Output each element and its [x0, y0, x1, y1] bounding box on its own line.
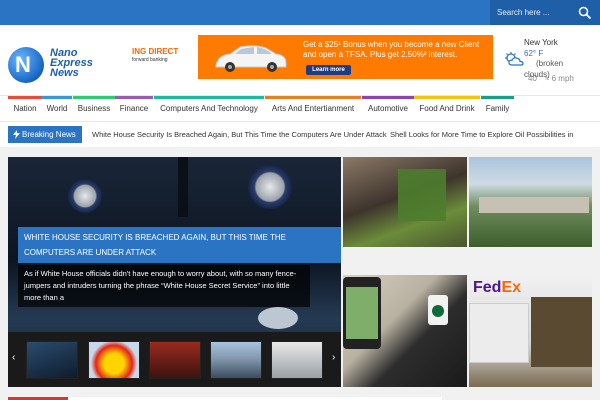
tile-shape	[398, 169, 446, 221]
slider-thumbnails: ‹ ›	[8, 332, 341, 387]
nav-label: Automotive	[367, 104, 409, 113]
nav-label: Computers And Technology	[160, 104, 258, 113]
truck-shape	[469, 303, 529, 363]
ad-learn-more-button[interactable]: Learn more	[306, 65, 351, 75]
nav-label: Nation	[13, 104, 37, 113]
nav-item-automotive[interactable]: Automotive	[362, 96, 414, 123]
nav-color-bar	[481, 96, 514, 99]
bolt-icon	[13, 130, 20, 139]
slider-thumbnail[interactable]	[271, 341, 323, 379]
nav-label: Food And Drink	[419, 104, 475, 113]
news-ticker[interactable]: White House Security Is Breached Again, …	[92, 126, 582, 143]
search-icon[interactable]	[578, 6, 592, 20]
slide-title[interactable]: White House Security Is Breached Again, …	[18, 227, 341, 263]
seal-emblem	[68, 179, 102, 213]
nav-label: World	[46, 104, 68, 113]
article-tile[interactable]	[343, 157, 467, 247]
nav-color-bar	[8, 96, 42, 99]
slider-thumbnail[interactable]	[149, 341, 201, 379]
ad-bank-tagline: forward banking	[132, 57, 168, 63]
weather-condition: (broken	[536, 59, 563, 68]
weather-wind-value: 6 mph	[551, 74, 574, 83]
seal-emblem	[248, 165, 292, 209]
nav-label: Arts And Entertianment	[271, 104, 355, 113]
nav-color-bar	[362, 96, 414, 99]
weather-condition-line2: clouds)	[524, 70, 550, 79]
logo-letter: N	[15, 52, 31, 77]
slide-excerpt: As if White House officials didn't have …	[18, 265, 310, 307]
nav-label: Business	[77, 104, 111, 113]
slider-next-button[interactable]: ›	[332, 352, 335, 363]
nav-item-nation[interactable]: Nation	[8, 96, 42, 123]
article-tile[interactable]	[469, 157, 592, 247]
ad-bank-name: ING DIRECT	[132, 47, 179, 56]
nav-label: Finance	[119, 104, 149, 113]
truck-shape	[531, 297, 592, 367]
dam-shape	[479, 197, 589, 213]
nav-item-food-and-drink[interactable]: Food And Drink	[414, 96, 480, 123]
breaking-news-bar: Breaking News White House Security Is Br…	[0, 122, 600, 147]
ticker-item[interactable]: White House Security Is Breached Again, …	[92, 130, 387, 139]
weather-temp: 62° F	[524, 49, 543, 58]
search-input[interactable]	[495, 4, 575, 21]
featured-slider[interactable]: White House Security Is Breached Again, …	[8, 157, 341, 387]
truck-logo-icon: FedEx	[473, 279, 522, 296]
nav-item-computers-and-technology[interactable]: Computers And Technology	[154, 96, 264, 123]
site-logo[interactable]: N Nano Express News	[8, 47, 98, 87]
weather-widget: New York 62° F (broken 40 ≈ 6 mph	[500, 35, 600, 90]
nav-item-finance[interactable]: Finance	[115, 96, 153, 123]
weather-condition-line1: (broken	[536, 59, 564, 68]
weather-city: New York	[524, 38, 558, 47]
logo-line: News	[50, 67, 79, 79]
slider-prev-button[interactable]: ‹	[12, 352, 15, 363]
nav-item-family[interactable]: Family	[481, 96, 514, 123]
slider-thumbnail[interactable]	[26, 341, 78, 379]
nav-label: Family	[485, 104, 510, 113]
article-tile[interactable]	[343, 275, 467, 387]
cup-logo-icon	[432, 305, 444, 317]
banner-ad[interactable]: ING DIRECT forward banking Get a $25¹ Bo…	[128, 35, 493, 79]
nav-color-bar	[265, 96, 361, 99]
nav-color-bar	[414, 96, 480, 99]
mouse-shape	[258, 307, 298, 329]
phone-screen	[346, 287, 378, 339]
nav-item-world[interactable]: World	[42, 96, 72, 123]
nav-item-arts-and-entertainment[interactable]: Arts And Entertianment	[265, 96, 361, 123]
breaking-news-text: Breaking News	[22, 130, 76, 139]
ad-text: Get a $25¹ Bonus when you become a new C…	[303, 40, 480, 59]
nav-color-bar	[42, 96, 72, 99]
nav-color-bar	[154, 96, 264, 99]
car-icon	[215, 45, 287, 72]
slider-thumbnail[interactable]	[88, 341, 140, 379]
nav-color-bar	[115, 96, 153, 99]
weather-temp-value: 62° F	[524, 49, 544, 58]
slider-thumbnail[interactable]	[210, 341, 262, 379]
ticker-item[interactable]: Shell Looks for More Time to Explore Oil…	[390, 126, 573, 143]
logo-text: Nano Express News	[50, 48, 93, 79]
monitor-divider	[178, 157, 188, 217]
main-nav: Nation World Business Finance Computers …	[0, 95, 600, 122]
article-tile[interactable]: FedEx	[469, 275, 592, 387]
nav-color-bar	[73, 96, 115, 99]
nav-item-business[interactable]: Business	[73, 96, 115, 123]
ad-bank-logo: ING DIRECT forward banking	[128, 35, 198, 79]
cloud-sun-icon	[505, 52, 524, 66]
